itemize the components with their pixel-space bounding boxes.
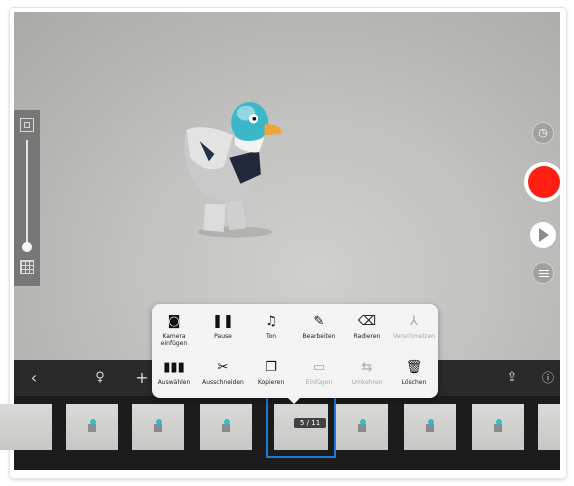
brush-icon: ✎ xyxy=(313,314,325,329)
pause-button[interactable]: ❚❚ Pause xyxy=(198,314,248,340)
timer-icon[interactable]: ◷ xyxy=(532,122,554,144)
edit-button[interactable]: ✎ Bearbeiten xyxy=(294,314,344,340)
frame-filmstrip[interactable]: 5 / 11 xyxy=(0,396,560,470)
zoom-in-icon[interactable] xyxy=(20,118,34,132)
delete-label: Löschen xyxy=(401,379,427,386)
frame-thumbnail[interactable] xyxy=(404,404,456,450)
camera-icon: ◙ xyxy=(167,314,181,329)
erase-button[interactable]: ⌫ Radieren xyxy=(342,314,392,340)
microphone-icon[interactable]: ♀ xyxy=(90,360,110,396)
frame-thumbnail[interactable] xyxy=(472,404,524,450)
paste-button[interactable]: ▭ Einfügen xyxy=(294,360,344,386)
scissors-icon: ✂ xyxy=(217,360,229,375)
duck-thumb xyxy=(358,419,366,432)
grid-icon[interactable] xyxy=(20,260,34,274)
pause-icon: ❚❚ xyxy=(212,314,234,329)
duck-figure xyxy=(184,102,282,238)
reverse-icon: ⇆ xyxy=(361,360,373,375)
music-note-icon: ♫ xyxy=(265,314,277,329)
insert-camera-button[interactable]: ◙ Kamera einfügen xyxy=(149,314,199,347)
play-icon xyxy=(539,228,549,242)
merge-button[interactable]: ⅄ Verschmelzen xyxy=(389,314,439,340)
cut-label: Ausschneiden xyxy=(202,379,244,386)
frame-counter: 5 / 11 xyxy=(294,418,327,428)
frame-thumbnail[interactable] xyxy=(336,404,388,450)
chevron-left-icon[interactable]: ‹ xyxy=(24,360,44,396)
record-dot xyxy=(528,166,560,198)
merge-icon: ⅄ xyxy=(410,314,418,329)
copy-label: Kopieren xyxy=(257,379,285,386)
menu-icon-line xyxy=(539,273,549,274)
duck-thumb xyxy=(222,419,230,432)
share-icon[interactable]: ⇪ xyxy=(502,360,522,396)
selected-frame-image: 5 / 11 xyxy=(274,404,328,450)
duck-thumb xyxy=(88,419,96,432)
copy-button[interactable]: ❐ Kopieren xyxy=(246,360,296,386)
sound-button[interactable]: ♫ Ton xyxy=(246,314,296,340)
frame-thumbnail[interactable] xyxy=(538,404,560,450)
zoom-handle[interactable] xyxy=(22,242,32,252)
paste-icon: ▭ xyxy=(312,360,326,375)
menu-button[interactable] xyxy=(532,262,554,284)
help-icon[interactable]: ⓘ xyxy=(538,360,558,396)
duck-thumb xyxy=(154,419,162,432)
pause-label: Pause xyxy=(214,333,232,340)
delete-button[interactable]: 🗑 Löschen xyxy=(389,360,439,386)
frame-thumbnail[interactable] xyxy=(66,404,118,450)
frame-thumbnail[interactable] xyxy=(132,404,184,450)
frame-actions-popover: ◙ Kamera einfügen ❚❚ Pause ♫ Ton ✎ Bearb… xyxy=(149,304,439,404)
sound-label: Ton xyxy=(265,333,277,340)
select-label: Auswählen xyxy=(157,379,191,386)
select-frames-icon: ▮▮▮ xyxy=(163,360,185,375)
reverse-button[interactable]: ⇆ Umkehren xyxy=(342,360,392,386)
zoom-slider-panel[interactable] xyxy=(14,110,40,286)
erase-label: Radieren xyxy=(353,333,381,340)
paste-label: Einfügen xyxy=(305,379,333,386)
zoom-track[interactable] xyxy=(26,140,28,250)
reverse-label: Umkehren xyxy=(351,379,383,386)
frame-thumbnail-selected[interactable]: 5 / 11 xyxy=(266,396,336,458)
select-button[interactable]: ▮▮▮ Auswählen xyxy=(149,360,199,386)
copy-icon: ❐ xyxy=(265,360,277,375)
record-button[interactable] xyxy=(524,162,564,202)
menu-icon-line xyxy=(539,276,549,277)
menu-icon xyxy=(539,270,549,271)
play-button[interactable] xyxy=(530,222,556,248)
cut-button[interactable]: ✂ Ausschneiden xyxy=(198,360,248,386)
eraser-icon: ⌫ xyxy=(357,314,377,329)
trash-icon: 🗑 xyxy=(405,360,423,375)
duck-thumb xyxy=(494,419,502,432)
duck-thumb xyxy=(426,419,434,432)
insert-camera-label: Kamera einfügen xyxy=(160,333,188,347)
merge-label: Verschmelzen xyxy=(393,333,435,340)
frame-thumbnail[interactable] xyxy=(200,404,252,450)
frame-thumbnail[interactable] xyxy=(0,404,52,450)
edit-label: Bearbeiten xyxy=(302,333,336,340)
